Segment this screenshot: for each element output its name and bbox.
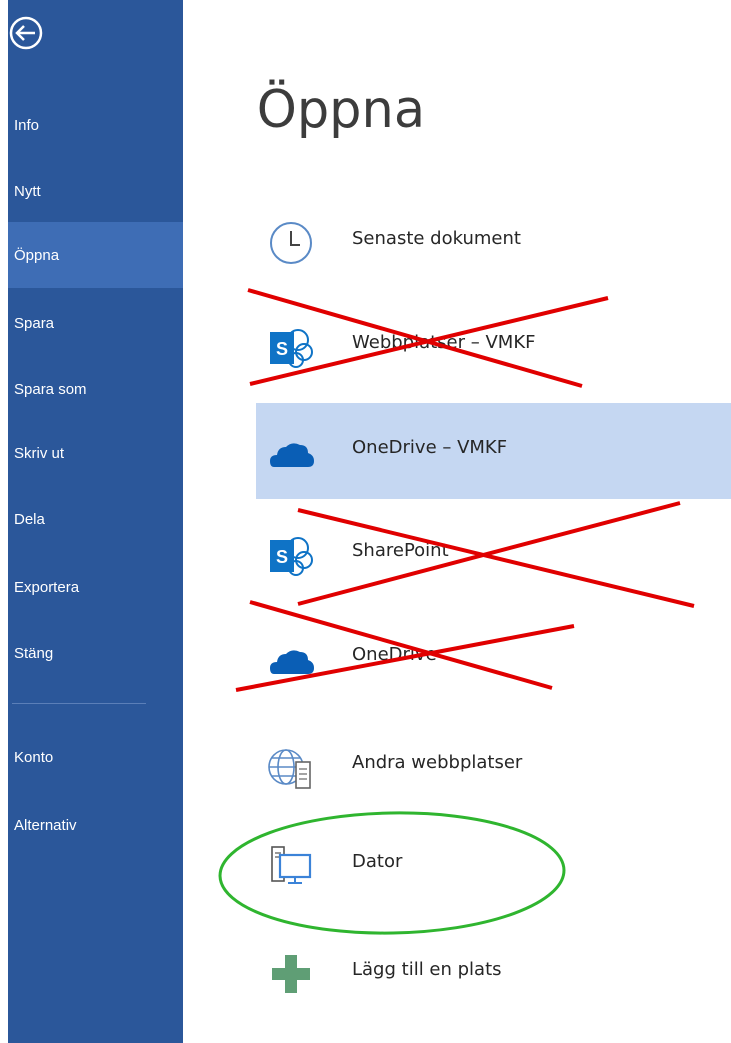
place-sharepoint-sites-vmkf[interactable]: S Webbplatser – VMKF [256,298,731,394]
place-label: OneDrive – VMKF [352,437,508,458]
computer-icon [271,846,312,884]
nav-item-stang[interactable]: Stäng [8,620,183,686]
place-other-web-locations[interactable]: Andra webbplatser [256,718,731,814]
back-arrow-icon [9,16,43,50]
nav-item-label: Stäng [14,644,54,662]
nav-item-label: Öppna [14,246,60,264]
nav-item-skriv-ut[interactable]: Skriv ut [8,420,183,486]
place-label: SharePoint [352,540,449,561]
back-button[interactable] [8,5,58,55]
place-label: Senaste dokument [352,228,521,249]
nav-item-label: Dela [14,510,45,528]
globe-server-icon [268,749,311,789]
place-label: Lägg till en plats [352,959,502,980]
place-label: OneDrive [352,644,437,665]
nav-item-spara[interactable]: Spara [8,290,183,356]
nav-item-exportera[interactable]: Exportera [8,554,183,620]
clock-icon [270,222,312,264]
nav-item-oppna[interactable]: Öppna [8,222,183,288]
sharepoint-icon: S [270,537,313,576]
nav-item-label: Alternativ [14,816,77,834]
nav-item-label: Exportera [14,578,80,596]
nav-item-label: Spara som [14,380,87,398]
nav-item-alternativ[interactable]: Alternativ [8,792,183,858]
nav-item-konto[interactable]: Konto [8,724,183,790]
place-sharepoint[interactable]: S SharePoint [256,506,731,602]
nav-divider [12,703,146,704]
place-label: Andra webbplatser [352,752,523,773]
nav-item-dela[interactable]: Dela [8,486,183,552]
nav-item-spara-som[interactable]: Spara som [8,356,183,422]
place-computer[interactable]: Dator [256,817,731,913]
page-title: Öppna [256,80,426,140]
cloud-icon [270,443,314,467]
nav-item-label: Skriv ut [14,444,65,462]
nav-item-label: Info [14,116,40,134]
nav-item-label: Konto [14,748,54,766]
svg-text:S: S [276,547,288,567]
add-place-button[interactable]: Lägg till en plats [256,925,731,1021]
left-margin [0,0,8,1043]
nav-item-nytt[interactable]: Nytt [8,158,183,224]
place-label: Webbplatser – VMKF [352,332,536,353]
place-onedrive[interactable]: OneDrive [256,610,731,706]
sharepoint-icon: S [270,329,313,368]
cloud-icon [270,650,314,674]
backstage-sidebar: Info Nytt Öppna Spara Spara som Skriv ut… [8,0,183,1043]
nav-item-label: Spara [14,314,55,332]
plus-icon [272,955,310,993]
svg-text:S: S [276,339,288,359]
place-recent-documents[interactable]: Senaste dokument [256,194,731,290]
nav-item-label: Nytt [14,182,41,200]
place-label: Dator [352,851,403,872]
nav-item-info[interactable]: Info [8,92,183,158]
place-onedrive-vmkf[interactable]: OneDrive – VMKF [256,403,731,499]
